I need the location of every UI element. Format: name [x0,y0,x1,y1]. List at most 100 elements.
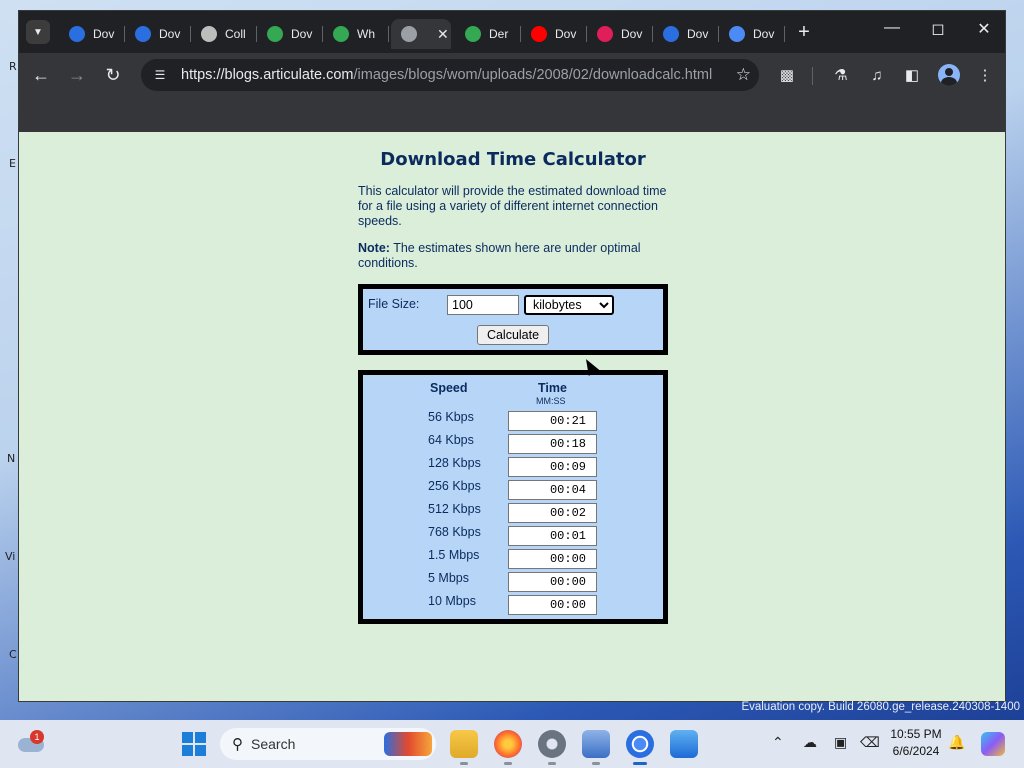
system-clock[interactable]: 10:55 PM 6/6/2024 [876,726,956,760]
browser-tab[interactable]: Dov [719,19,785,49]
firefox-icon[interactable] [494,730,522,765]
browser-tab[interactable]: Coll [191,19,257,49]
forward-button[interactable]: → [65,63,89,87]
browser-tab[interactable]: Dov [59,19,125,49]
calculate-button[interactable]: Calculate [477,325,549,345]
weather-widget[interactable]: 1 [18,730,46,754]
bookmark-bar [19,97,1005,132]
speed-header: Speed [430,381,468,395]
browser-tab[interactable]: Dov [257,19,323,49]
blue-circle-icon [135,26,151,42]
speed-label: 256 Kbps [428,479,481,493]
close-window-button[interactable]: ✕ [961,19,1005,39]
tray-chevron-icon[interactable]: ⌃ [772,734,784,751]
display-icon[interactable]: ▣ [834,734,847,751]
unit-select[interactable]: kilobytes [524,295,614,315]
browser-tab[interactable]: Dov [653,19,719,49]
download-arrow-icon [729,26,745,42]
time-output-field[interactable]: 00:04 [508,480,597,500]
time-output-field[interactable]: 00:18 [508,434,597,454]
blue-circle-icon [663,26,679,42]
speed-label: 512 Kbps [428,502,481,516]
clock-date: 6/6/2024 [892,744,940,758]
result-row: 5 Mbps 00:00 [363,570,663,593]
browser-tab[interactable]: Wh [323,19,389,49]
copilot-icon[interactable] [981,732,1005,756]
speed-label: 1.5 Mbps [428,548,480,562]
browser-toolbar: ← → ↻ ☰ https://blogs.articulate.com/ima… [19,53,1005,97]
labs-flask-icon[interactable]: ⚗ [830,64,852,86]
result-row: 10 Mbps 00:00 [363,593,663,616]
url-text[interactable]: https://blogs.articulate.com/images/blog… [181,67,712,83]
time-output-field[interactable]: 00:00 [508,572,597,592]
youtube-icon [531,26,547,42]
result-row: 1.5 Mbps 00:00 [363,547,663,570]
windows-logo-icon [195,732,206,743]
forward-arrow-icon: → [68,64,86,85]
download-arrow-icon [267,26,283,42]
time-output-field[interactable]: 00:09 [508,457,597,477]
speed-label: 64 Kbps [428,433,474,447]
tab-search-button[interactable]: ▼ [26,20,50,44]
file-size-input[interactable] [447,295,519,315]
file-explorer-icon[interactable] [450,730,478,765]
note-text: Note: The estimates shown here are under… [358,241,668,271]
tab-strip: ▼ Dov Dov Coll Dov Wh ✕ Der Dov Dov Dov Dov + — ◻ … [19,11,1005,53]
minimize-button[interactable]: — [869,19,915,37]
clock-time: 10:55 PM [890,727,942,741]
photos-app-icon[interactable] [670,730,698,758]
media-controls-icon[interactable]: ♫ [866,64,888,86]
intro-text: This calculator will provide the estimat… [358,184,667,228]
site-info-icon[interactable]: ☰ [151,66,169,84]
settings-gear-icon[interactable] [538,730,566,765]
notification-bell-icon[interactable]: 🔔 [948,734,965,751]
toolbar-divider [812,67,813,85]
network-app-icon[interactable] [582,730,610,765]
result-row: 256 Kbps 00:04 [363,478,663,501]
browser-tab[interactable]: ✕ [391,19,451,49]
url-path: /images/blogs/wom/uploads/2008/02/downlo… [353,67,713,83]
tab-title: Wh [357,27,375,41]
drive-icon [465,26,481,42]
browser-tab[interactable]: Dov [125,19,191,49]
globe-icon [401,26,417,42]
start-button[interactable] [182,732,206,756]
result-row: 128 Kbps 00:09 [363,455,663,478]
slack-icon [597,26,613,42]
side-panel-icon[interactable]: ◧ [901,64,923,86]
tab-title: Dov [159,27,181,41]
time-output-field[interactable]: 00:00 [508,549,597,569]
time-output-field[interactable]: 00:21 [508,411,597,431]
time-header: Time [538,381,567,395]
address-bar[interactable]: ☰ https://blogs.articulate.com/images/bl… [141,59,759,91]
chrome-icon[interactable] [626,730,654,765]
close-tab-icon[interactable]: ✕ [437,26,449,43]
time-output-field[interactable]: 00:02 [508,503,597,523]
evaluation-watermark: Evaluation copy. Build 26080.ge_release.… [741,701,1020,713]
blue-circle-icon [69,26,85,42]
bookmark-star-icon[interactable]: ☆ [736,65,751,85]
maximize-icon: ◻ [931,21,945,38]
time-output-field[interactable]: 00:01 [508,526,597,546]
note-body: The estimates shown here are under optim… [358,241,641,270]
back-arrow-icon: ← [32,64,50,85]
taskbar-search[interactable]: ⚲ Search [220,728,436,760]
browser-tab[interactable]: Dov [521,19,587,49]
maximize-button[interactable]: ◻ [915,19,961,39]
browser-tab[interactable]: Der [455,19,521,49]
onedrive-cloud-icon[interactable]: ☁ [803,734,817,751]
back-button[interactable]: ← [29,63,53,87]
reload-button[interactable]: ↻ [101,63,125,87]
leaf-icon [201,26,217,42]
windows-logo-icon [182,745,193,756]
result-row: 768 Kbps 00:01 [363,524,663,547]
tab-title: Dov [753,27,775,41]
browser-tab[interactable]: Dov [587,19,653,49]
download-arrow-icon [333,26,349,42]
time-output-field[interactable]: 00:00 [508,595,597,615]
menu-kebab-icon[interactable]: ⋮ [974,64,996,86]
extensions-icon[interactable]: ▩ [776,64,798,86]
profile-avatar-icon[interactable] [938,64,960,86]
new-tab-button[interactable]: + [792,21,816,44]
speed-label: 768 Kbps [428,525,481,539]
